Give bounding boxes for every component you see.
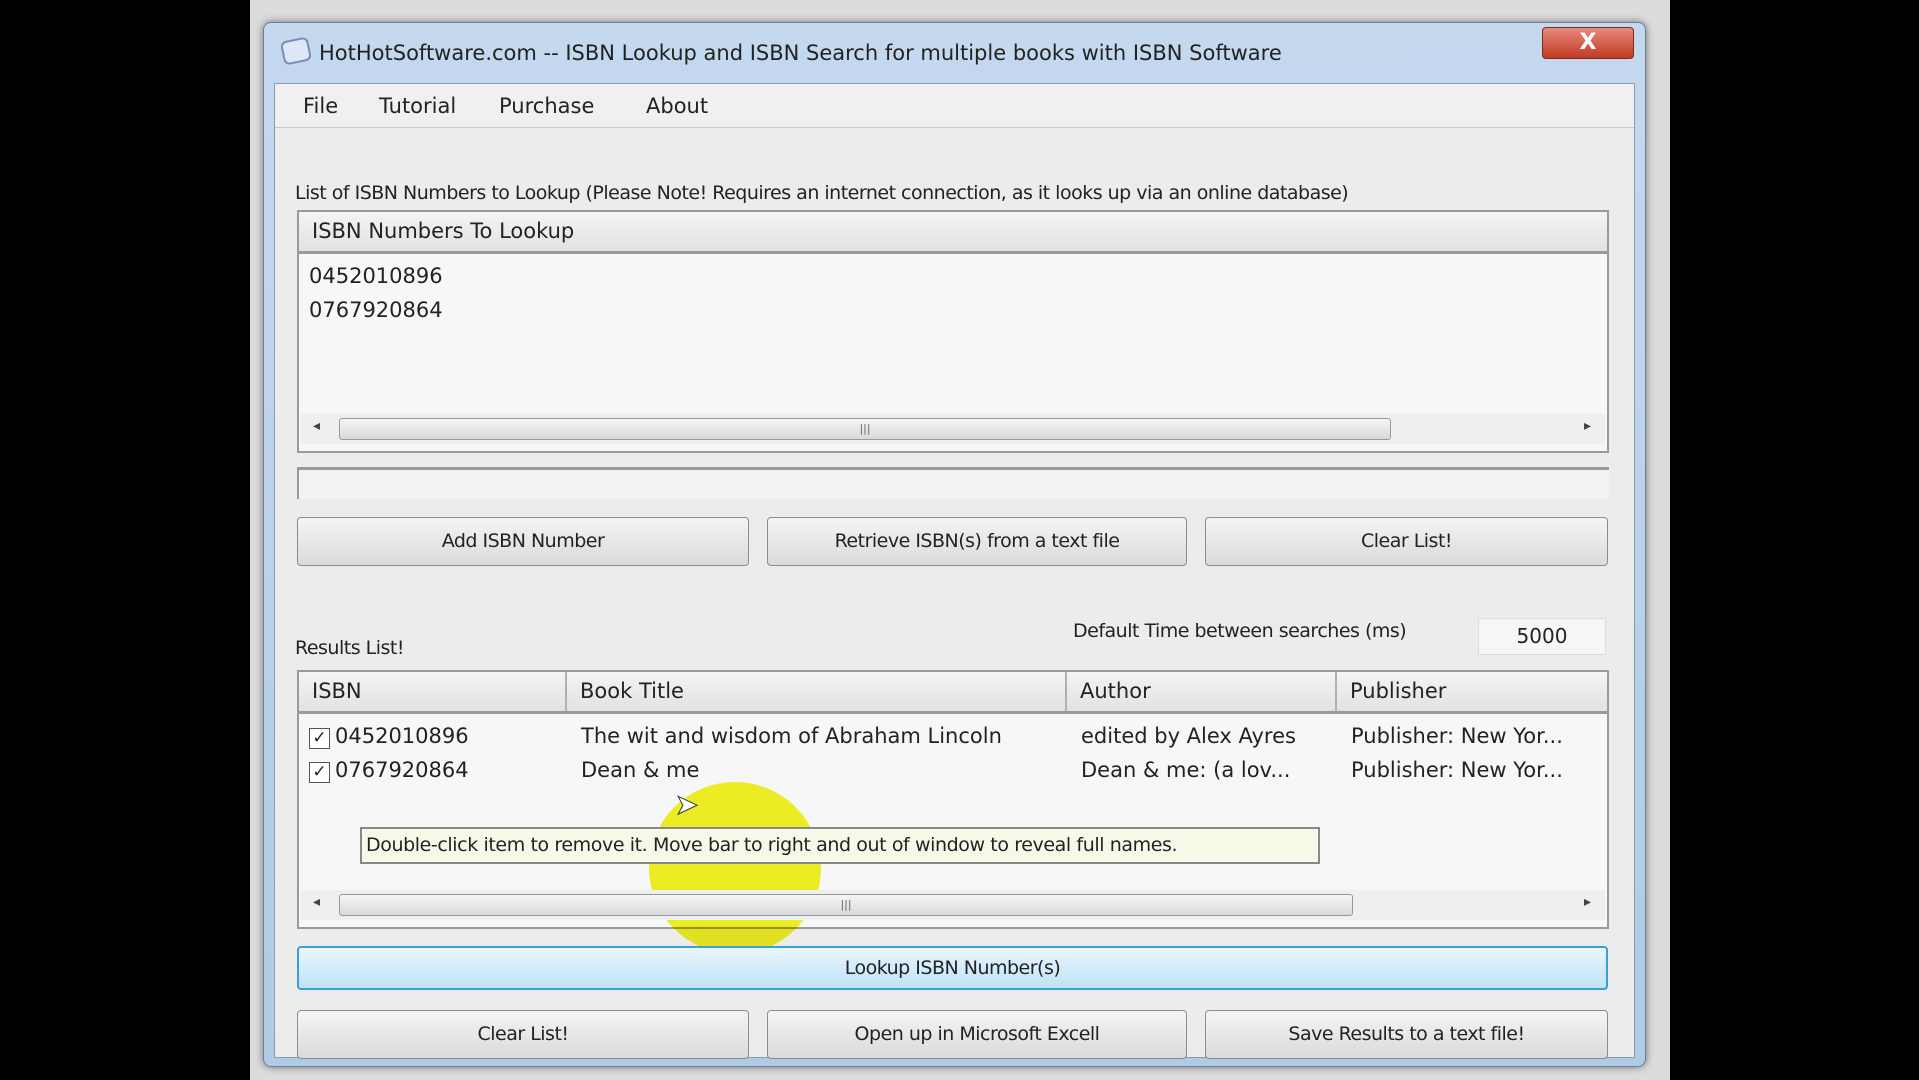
row-checkbox[interactable]: ✓ — [309, 728, 330, 749]
table-row[interactable]: ✓ 0767920864 Dean & me Dean & me: (a lov… — [299, 758, 1607, 788]
scroll-right-icon[interactable]: ▸ — [1584, 894, 1591, 910]
scroll-left-icon[interactable]: ◂ — [313, 418, 320, 434]
cell-publisher: Publisher: New Yor... — [1351, 758, 1563, 782]
scroll-thumb[interactable]: ||| — [339, 894, 1353, 916]
menu-bar: File Tutorial Purchase About — [275, 84, 1634, 128]
lookup-item[interactable]: 0452010896 — [309, 264, 443, 288]
results-list[interactable]: ISBN Book Title Author Publisher ✓ 04520… — [297, 670, 1609, 954]
client-area: File Tutorial Purchase About List of ISB… — [274, 83, 1635, 1059]
results-list-label: Results List! — [295, 637, 404, 659]
app-icon — [279, 36, 313, 66]
retrieve-from-file-button[interactable]: Retrieve ISBN(s) from a text file — [767, 517, 1187, 566]
column-header-book-title[interactable]: Book Title — [567, 672, 1067, 711]
scroll-thumb[interactable]: ||| — [339, 418, 1391, 440]
isbn-list-header: ISBN Numbers To Lookup — [299, 212, 1607, 254]
horizontal-scrollbar[interactable]: ◂ ||| ▸ — [301, 890, 1605, 920]
close-button[interactable]: X — [1542, 27, 1634, 59]
cell-author: Dean & me: (a lov... — [1081, 758, 1291, 782]
isbn-lookup-list[interactable]: ISBN Numbers To Lookup 0452010896 076792… — [297, 210, 1609, 453]
horizontal-scrollbar[interactable]: ◂ ||| ▸ — [301, 414, 1605, 444]
cell-author: edited by Alex Ayres — [1081, 724, 1296, 748]
open-excel-button[interactable]: Open up in Microsoft Excell — [767, 1010, 1187, 1059]
scroll-left-icon[interactable]: ◂ — [313, 894, 320, 910]
menu-about[interactable]: About — [646, 94, 708, 118]
tooltip: Double-click item to remove it. Move bar… — [360, 827, 1320, 864]
lookup-item[interactable]: 0767920864 — [309, 298, 443, 322]
lookup-isbn-button[interactable]: Lookup ISBN Number(s) — [297, 946, 1608, 990]
clear-results-button[interactable]: Clear List! — [297, 1010, 749, 1059]
menu-file[interactable]: File — [303, 94, 338, 118]
lookup-list-description: List of ISBN Numbers to Lookup (Please N… — [295, 182, 1349, 204]
cell-title: Dean & me — [581, 758, 700, 782]
delay-label: Default Time between searches (ms) — [1073, 620, 1407, 642]
clear-lookup-list-button[interactable]: Clear List! — [1205, 517, 1608, 566]
mouse-cursor-icon: ➤ — [674, 788, 699, 822]
window-title: HotHotSoftware.com -- ISBN Lookup and IS… — [319, 41, 1282, 65]
table-row[interactable]: ✓ 0452010896 The wit and wisdom of Abrah… — [299, 724, 1607, 754]
results-header: ISBN Book Title Author Publisher — [299, 672, 1607, 714]
column-header-isbn-numbers[interactable]: ISBN Numbers To Lookup — [299, 212, 1607, 251]
cell-isbn: 0452010896 — [335, 724, 469, 748]
isbn-input-field[interactable] — [297, 467, 1609, 499]
cell-isbn: 0767920864 — [335, 758, 469, 782]
menu-tutorial[interactable]: Tutorial — [379, 94, 456, 118]
column-header-isbn[interactable]: ISBN — [299, 672, 567, 711]
add-isbn-button[interactable]: Add ISBN Number — [297, 517, 749, 566]
scroll-right-icon[interactable]: ▸ — [1584, 418, 1591, 434]
column-header-publisher[interactable]: Publisher — [1337, 672, 1607, 711]
app-window: HotHotSoftware.com -- ISBN Lookup and IS… — [263, 22, 1646, 1067]
cell-publisher: Publisher: New Yor... — [1351, 724, 1563, 748]
column-header-author[interactable]: Author — [1067, 672, 1337, 711]
save-results-button[interactable]: Save Results to a text file! — [1205, 1010, 1608, 1059]
menu-purchase[interactable]: Purchase — [499, 94, 594, 118]
cell-title: The wit and wisdom of Abraham Lincoln — [581, 724, 1002, 748]
row-checkbox[interactable]: ✓ — [309, 762, 330, 783]
delay-input[interactable]: 5000 — [1478, 618, 1606, 655]
